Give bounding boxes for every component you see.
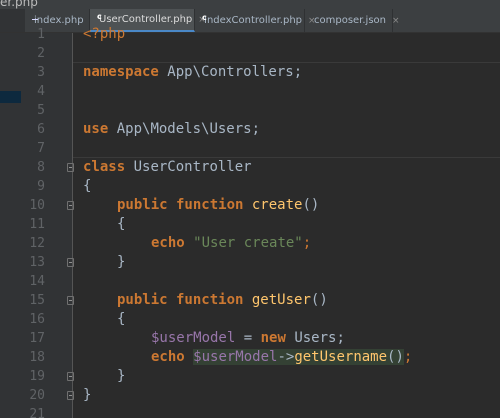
- breadcrumb-file[interactable]: er.php: [0, 0, 38, 9]
- tab-composer-json[interactable]: composer.json ×: [305, 9, 400, 32]
- code-text: ->: [277, 349, 295, 365]
- code-line-10: public function create(): [117, 196, 319, 215]
- code-text: UserController: [125, 159, 252, 175]
- line-number: 18: [29, 350, 45, 365]
- code-line-15: public function getUser(): [117, 291, 328, 310]
- keyword: use: [83, 121, 109, 137]
- line-number: 17: [29, 331, 45, 346]
- fold-marker-icon[interactable]: [67, 201, 74, 210]
- tab-indexcontroller-php[interactable]: IndexController.php ×: [195, 9, 316, 32]
- function-name: create: [251, 197, 303, 213]
- keyword: namespace: [83, 64, 159, 80]
- code-text: (): [310, 292, 328, 308]
- editor-tab-bar: index.php × UserController.php × IndexCo…: [0, 9, 500, 33]
- fold-marker-icon[interactable]: [67, 372, 74, 381]
- usage-highlight: $userModel->getUsername(): [193, 349, 404, 365]
- code-line-1: <?php: [83, 25, 125, 44]
- line-number: 1: [37, 27, 45, 42]
- function-name: getUsername: [294, 349, 388, 365]
- line-number: 6: [37, 122, 45, 137]
- code-line-8: class UserController: [83, 158, 252, 177]
- code-text: (): [387, 349, 404, 365]
- tab-label: IndexController.php: [204, 15, 303, 26]
- code-line-9: {: [83, 177, 91, 196]
- tab-label: UserController.php: [99, 14, 193, 25]
- code-line-16: {: [117, 310, 125, 329]
- keyword: public function: [117, 292, 244, 308]
- code-line-12: echo "User create";: [151, 234, 311, 253]
- code-line-3: namespace App\Controllers;: [83, 63, 302, 82]
- code-text: (): [302, 197, 320, 213]
- code-text: {: [83, 178, 92, 194]
- tab-bar-spacer: [0, 9, 25, 32]
- variable: $userModel: [151, 330, 236, 346]
- keyword: public function: [117, 197, 244, 213]
- project-panel-edge: [0, 33, 25, 418]
- project-selected-item[interactable]: [0, 91, 21, 103]
- code-line-20: }: [83, 386, 91, 405]
- fold-marker-icon[interactable]: [67, 391, 74, 400]
- code-text: }: [117, 254, 126, 270]
- variable: $userModel: [193, 349, 278, 365]
- line-number: 19: [29, 369, 45, 384]
- line-number: 16: [29, 312, 45, 327]
- string-literal: "User create": [193, 235, 303, 251]
- close-icon[interactable]: ×: [392, 16, 400, 26]
- line-number: 21: [29, 407, 45, 418]
- code-line-6: use App\Models\Users;: [83, 120, 260, 139]
- code-text: {: [117, 311, 126, 327]
- line-number: 5: [37, 103, 45, 118]
- line-number: 13: [29, 255, 45, 270]
- tab-label: composer.json: [314, 15, 387, 26]
- line-number: 4: [37, 84, 45, 99]
- fold-marker-icon[interactable]: [67, 258, 74, 267]
- line-number: 3: [37, 65, 45, 80]
- fold-marker-icon[interactable]: [67, 296, 74, 305]
- line-number: 9: [37, 179, 45, 194]
- keyword: new: [260, 330, 286, 346]
- line-number: 8: [37, 160, 45, 175]
- code-line-19: }: [117, 367, 125, 386]
- ide-window: er.php index.php × UserController.php × …: [0, 0, 500, 418]
- breadcrumb: er.php: [0, 0, 500, 9]
- code-line-11: {: [117, 215, 125, 234]
- code-text: Users;: [285, 330, 345, 346]
- code-line-18: echo $userModel->getUsername();: [151, 348, 412, 367]
- code-text: App\Controllers;: [158, 64, 303, 80]
- code-text: App\Models\Users;: [108, 121, 261, 137]
- line-number: 11: [29, 217, 45, 232]
- line-number: 10: [29, 198, 45, 213]
- code-line-13: }: [117, 253, 125, 272]
- line-number: 2: [37, 46, 45, 61]
- code-text: }: [83, 387, 92, 403]
- keyword: echo: [151, 235, 185, 251]
- code-text: ;: [403, 349, 413, 365]
- line-number: 7: [37, 141, 45, 156]
- line-number: 12: [29, 236, 45, 251]
- fold-marker-icon[interactable]: [67, 163, 74, 172]
- code-text: =: [235, 330, 261, 346]
- php-open-tag: <?php: [83, 26, 126, 42]
- line-number: 15: [29, 293, 45, 308]
- keyword: class: [83, 159, 126, 175]
- code-text: {: [117, 216, 126, 232]
- code-line-17: $userModel = new Users;: [151, 329, 345, 348]
- code-text: }: [117, 368, 126, 384]
- function-name: getUser: [251, 292, 311, 308]
- line-number: 14: [29, 274, 45, 289]
- line-number: 20: [29, 388, 45, 403]
- keyword: echo: [151, 349, 185, 365]
- code-text: ;: [302, 235, 312, 251]
